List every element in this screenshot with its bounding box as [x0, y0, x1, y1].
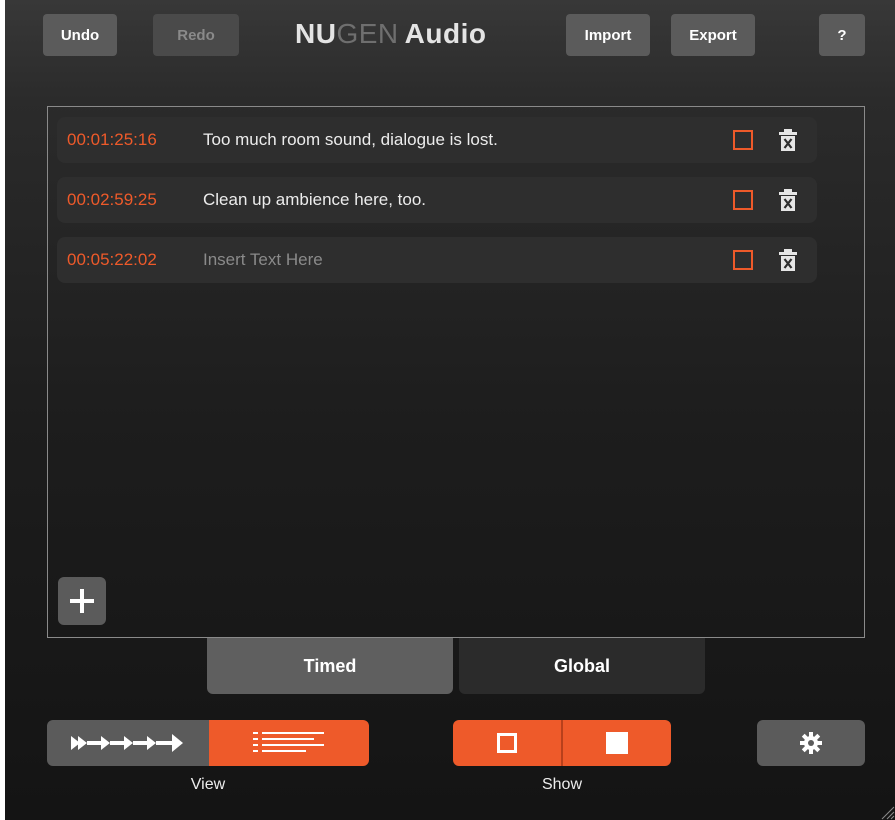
help-button[interactable]: ?: [819, 14, 865, 56]
import-button[interactable]: Import: [566, 14, 650, 56]
note-timecode[interactable]: 00:01:25:16: [67, 117, 157, 163]
add-note-button[interactable]: [58, 577, 106, 625]
view-timeline-button[interactable]: [47, 720, 209, 766]
resize-grip-icon[interactable]: [879, 804, 895, 820]
app-window: Undo Redo NUGEN Audio Import Export ? 00:…: [5, 0, 895, 820]
note-checkbox[interactable]: [733, 190, 753, 210]
logo-nu: NU: [295, 18, 337, 49]
show-outline-button[interactable]: [453, 720, 561, 766]
list-lines-icon: [253, 732, 324, 752]
note-text[interactable]: Clean up ambience here, too.: [203, 177, 426, 223]
view-list-button[interactable]: [209, 720, 369, 766]
filled-square-icon: [606, 732, 628, 754]
note-row[interactable]: 00:05:22:02 Insert Text Here: [57, 237, 817, 283]
tab-global[interactable]: Global: [459, 638, 705, 694]
trash-x-icon[interactable]: [779, 188, 797, 212]
notes-panel: 00:01:25:16 Too much room sound, dialogu…: [47, 106, 865, 638]
view-label: View: [190, 776, 226, 793]
trash-x-icon[interactable]: [779, 128, 797, 152]
show-label: Show: [541, 776, 583, 793]
note-timecode[interactable]: 00:02:59:25: [67, 177, 157, 223]
nugen-audio-logo: NUGEN Audio: [295, 18, 486, 50]
logo-audio: Audio: [404, 18, 487, 49]
gear-icon: [800, 732, 822, 754]
tab-timed[interactable]: Timed: [207, 638, 453, 694]
export-button[interactable]: Export: [671, 14, 755, 56]
logo-gen: GEN: [336, 18, 399, 49]
trash-x-icon[interactable]: [779, 248, 797, 272]
fast-forward-arrows-icon: [71, 734, 183, 752]
note-row[interactable]: 00:01:25:16 Too much room sound, dialogu…: [57, 117, 817, 163]
note-checkbox[interactable]: [733, 250, 753, 270]
note-text-placeholder[interactable]: Insert Text Here: [203, 237, 323, 283]
undo-button[interactable]: Undo: [43, 14, 117, 56]
note-checkbox[interactable]: [733, 130, 753, 150]
show-filled-button[interactable]: [563, 720, 671, 766]
empty-square-icon: [497, 733, 517, 753]
note-row[interactable]: 00:02:59:25 Clean up ambience here, too.: [57, 177, 817, 223]
redo-button[interactable]: Redo: [153, 14, 239, 56]
settings-button[interactable]: [757, 720, 865, 766]
note-text[interactable]: Too much room sound, dialogue is lost.: [203, 117, 498, 163]
note-timecode[interactable]: 00:05:22:02: [67, 237, 157, 283]
